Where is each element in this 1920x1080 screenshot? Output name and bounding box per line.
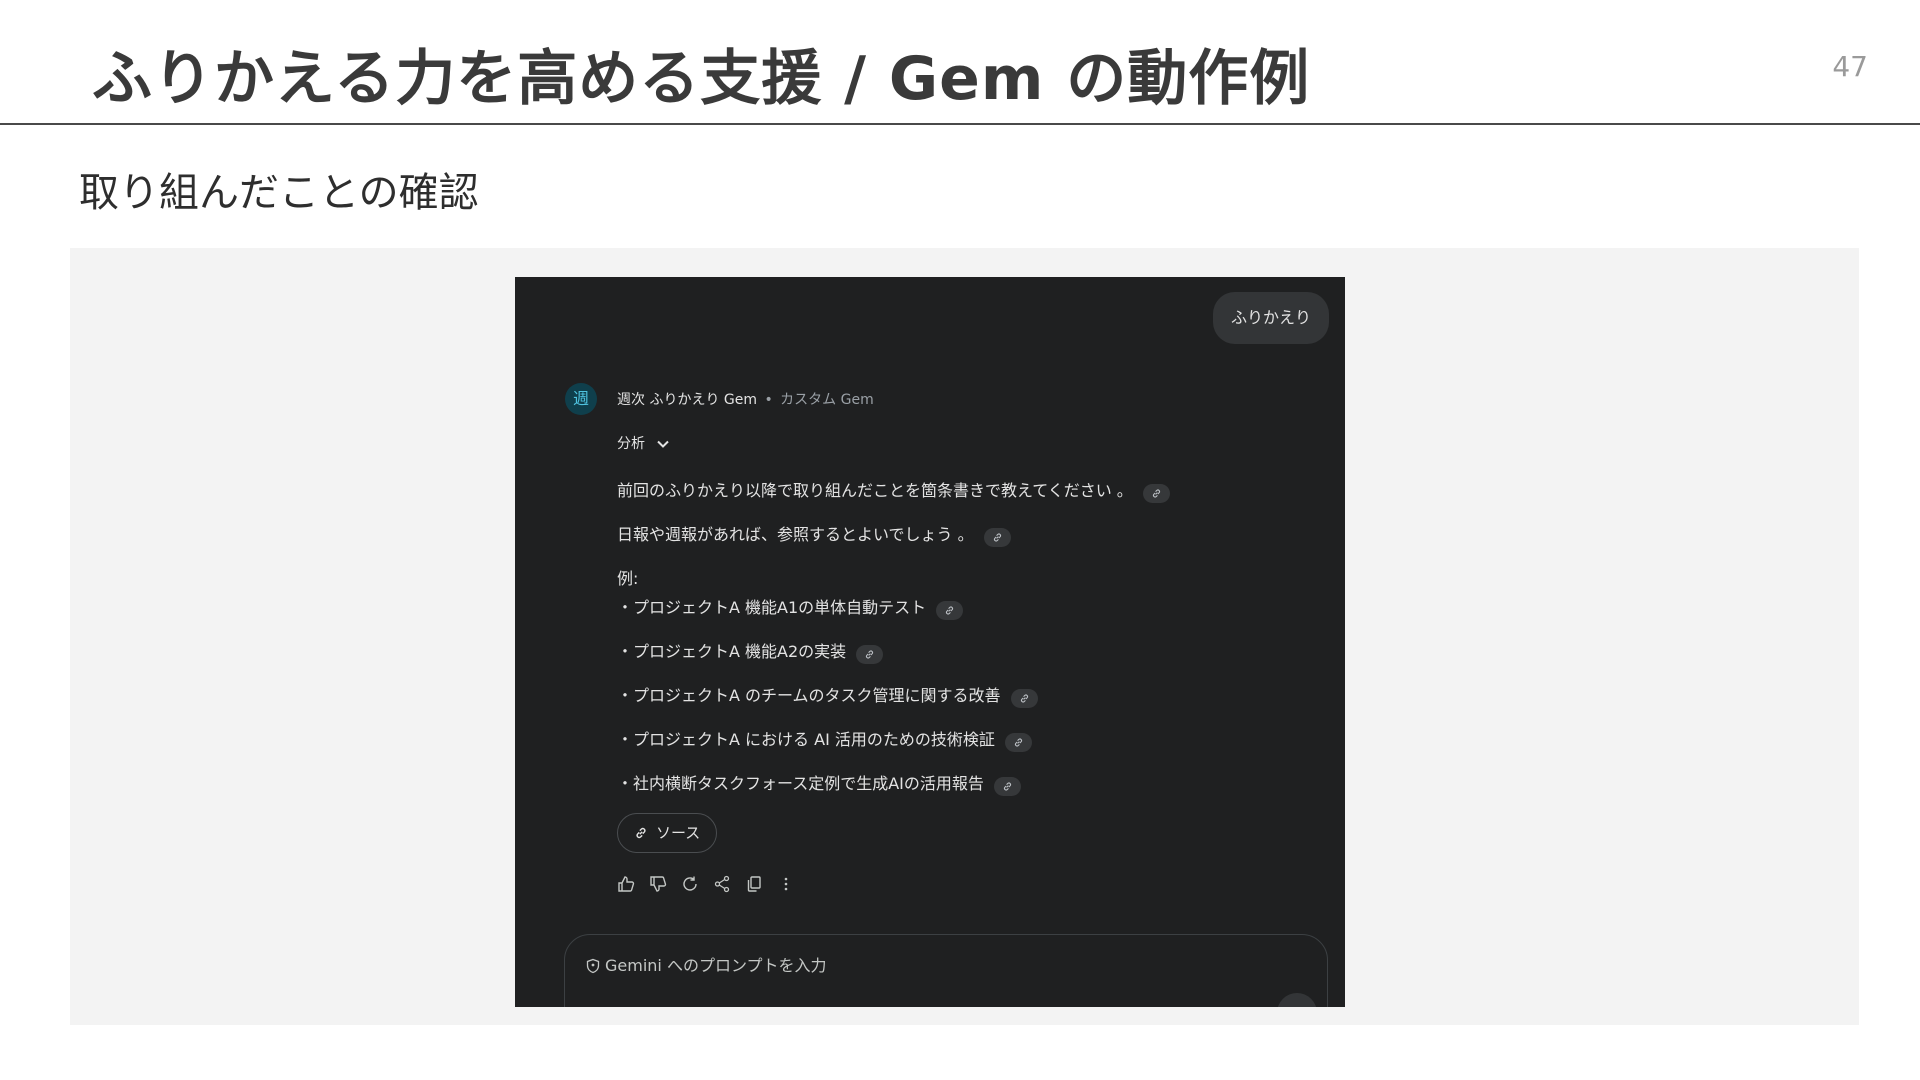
slide-subtitle: 取り組んだことの確認 — [79, 170, 479, 216]
shield-icon — [586, 958, 600, 974]
refresh-icon[interactable] — [681, 875, 701, 895]
response-line: 例: — [617, 565, 638, 589]
thumbs-down-icon[interactable] — [649, 875, 669, 895]
response-bullet: ・プロジェクトA における AI 活用のための技術検証 — [617, 726, 1032, 752]
response-bullet: ・プロジェクトA 機能A2の実装 — [617, 638, 884, 664]
prompt-placeholder-text: Gemini へのプロンプトを入力 — [605, 956, 827, 975]
source-button[interactable]: ソース — [617, 813, 718, 853]
page-number: 47 — [1832, 50, 1868, 83]
link-icon[interactable] — [983, 528, 1011, 547]
gem-separator: • — [764, 392, 773, 408]
gem-avatar: 週 — [565, 383, 597, 415]
gemini-chat-screenshot: ふりかえり 週 週次 ふりかえり Gem • カスタム Gem 分析 前回のふり… — [515, 277, 1345, 1007]
response-line: 日報や週報があれば、参照するとよいでしょう 。 — [617, 521, 1011, 547]
gem-name: 週次 ふりかえり Gem — [617, 392, 757, 408]
user-message-bubble: ふりかえり — [1212, 292, 1329, 344]
link-icon[interactable] — [993, 777, 1021, 796]
link-icon[interactable] — [1142, 484, 1170, 503]
analysis-toggle[interactable]: 分析 — [617, 433, 670, 453]
response-text: 前回のふりかえり以降で取り組んだことを箇条書きで教えてください 。 — [617, 481, 1133, 500]
send-button[interactable] — [1277, 993, 1317, 1007]
response-bullet: ・プロジェクトA のチームのタスク管理に関する改善 — [617, 682, 1038, 708]
gem-header: 週次 ふりかえり Gem • カスタム Gem — [617, 389, 874, 409]
response-bullet: ・社内横断タスクフォース定例で生成AIの活用報告 — [617, 770, 1021, 796]
link-icon[interactable] — [1010, 689, 1038, 708]
slide-title: ふりかえる力を高める支援 / Gem の動作例 — [92, 44, 1311, 114]
link-icon[interactable] — [936, 601, 964, 620]
response-line: 前回のふりかえり以降で取り組んだことを箇条書きで教えてください 。 — [617, 477, 1170, 503]
more-vert-icon[interactable] — [777, 875, 797, 895]
share-icon[interactable] — [713, 875, 733, 895]
source-label: ソース — [656, 824, 701, 842]
link-icon[interactable] — [856, 645, 884, 664]
response-text: ・プロジェクトA のチームのタスク管理に関する改善 — [617, 686, 1001, 705]
link-icon — [636, 827, 646, 839]
response-text: 日報や週報があれば、参照するとよいでしょう 。 — [617, 525, 974, 544]
response-text: ・プロジェクトA 機能A1の単体自動テスト — [617, 598, 927, 617]
prompt-input-box[interactable]: Gemini へのプロンプトを入力 — [564, 934, 1328, 1007]
response-text: ・プロジェクトA における AI 活用のための技術検証 — [617, 730, 995, 749]
prompt-placeholder: Gemini へのプロンプトを入力 — [585, 952, 826, 976]
response-text: ・社内横断タスクフォース定例で生成AIの活用報告 — [617, 774, 984, 793]
gem-type-label: カスタム Gem — [780, 392, 874, 408]
chevron-down-icon — [657, 436, 670, 452]
link-icon[interactable] — [1004, 733, 1032, 752]
response-text: ・プロジェクトA 機能A2の実装 — [617, 642, 847, 661]
analysis-label: 分析 — [617, 436, 645, 452]
response-text: 例: — [617, 569, 639, 588]
copy-icon[interactable] — [745, 875, 765, 895]
response-bullet: ・プロジェクトA 機能A1の単体自動テスト — [617, 594, 964, 620]
thumbs-up-icon[interactable] — [617, 875, 637, 895]
title-divider — [0, 123, 1920, 125]
